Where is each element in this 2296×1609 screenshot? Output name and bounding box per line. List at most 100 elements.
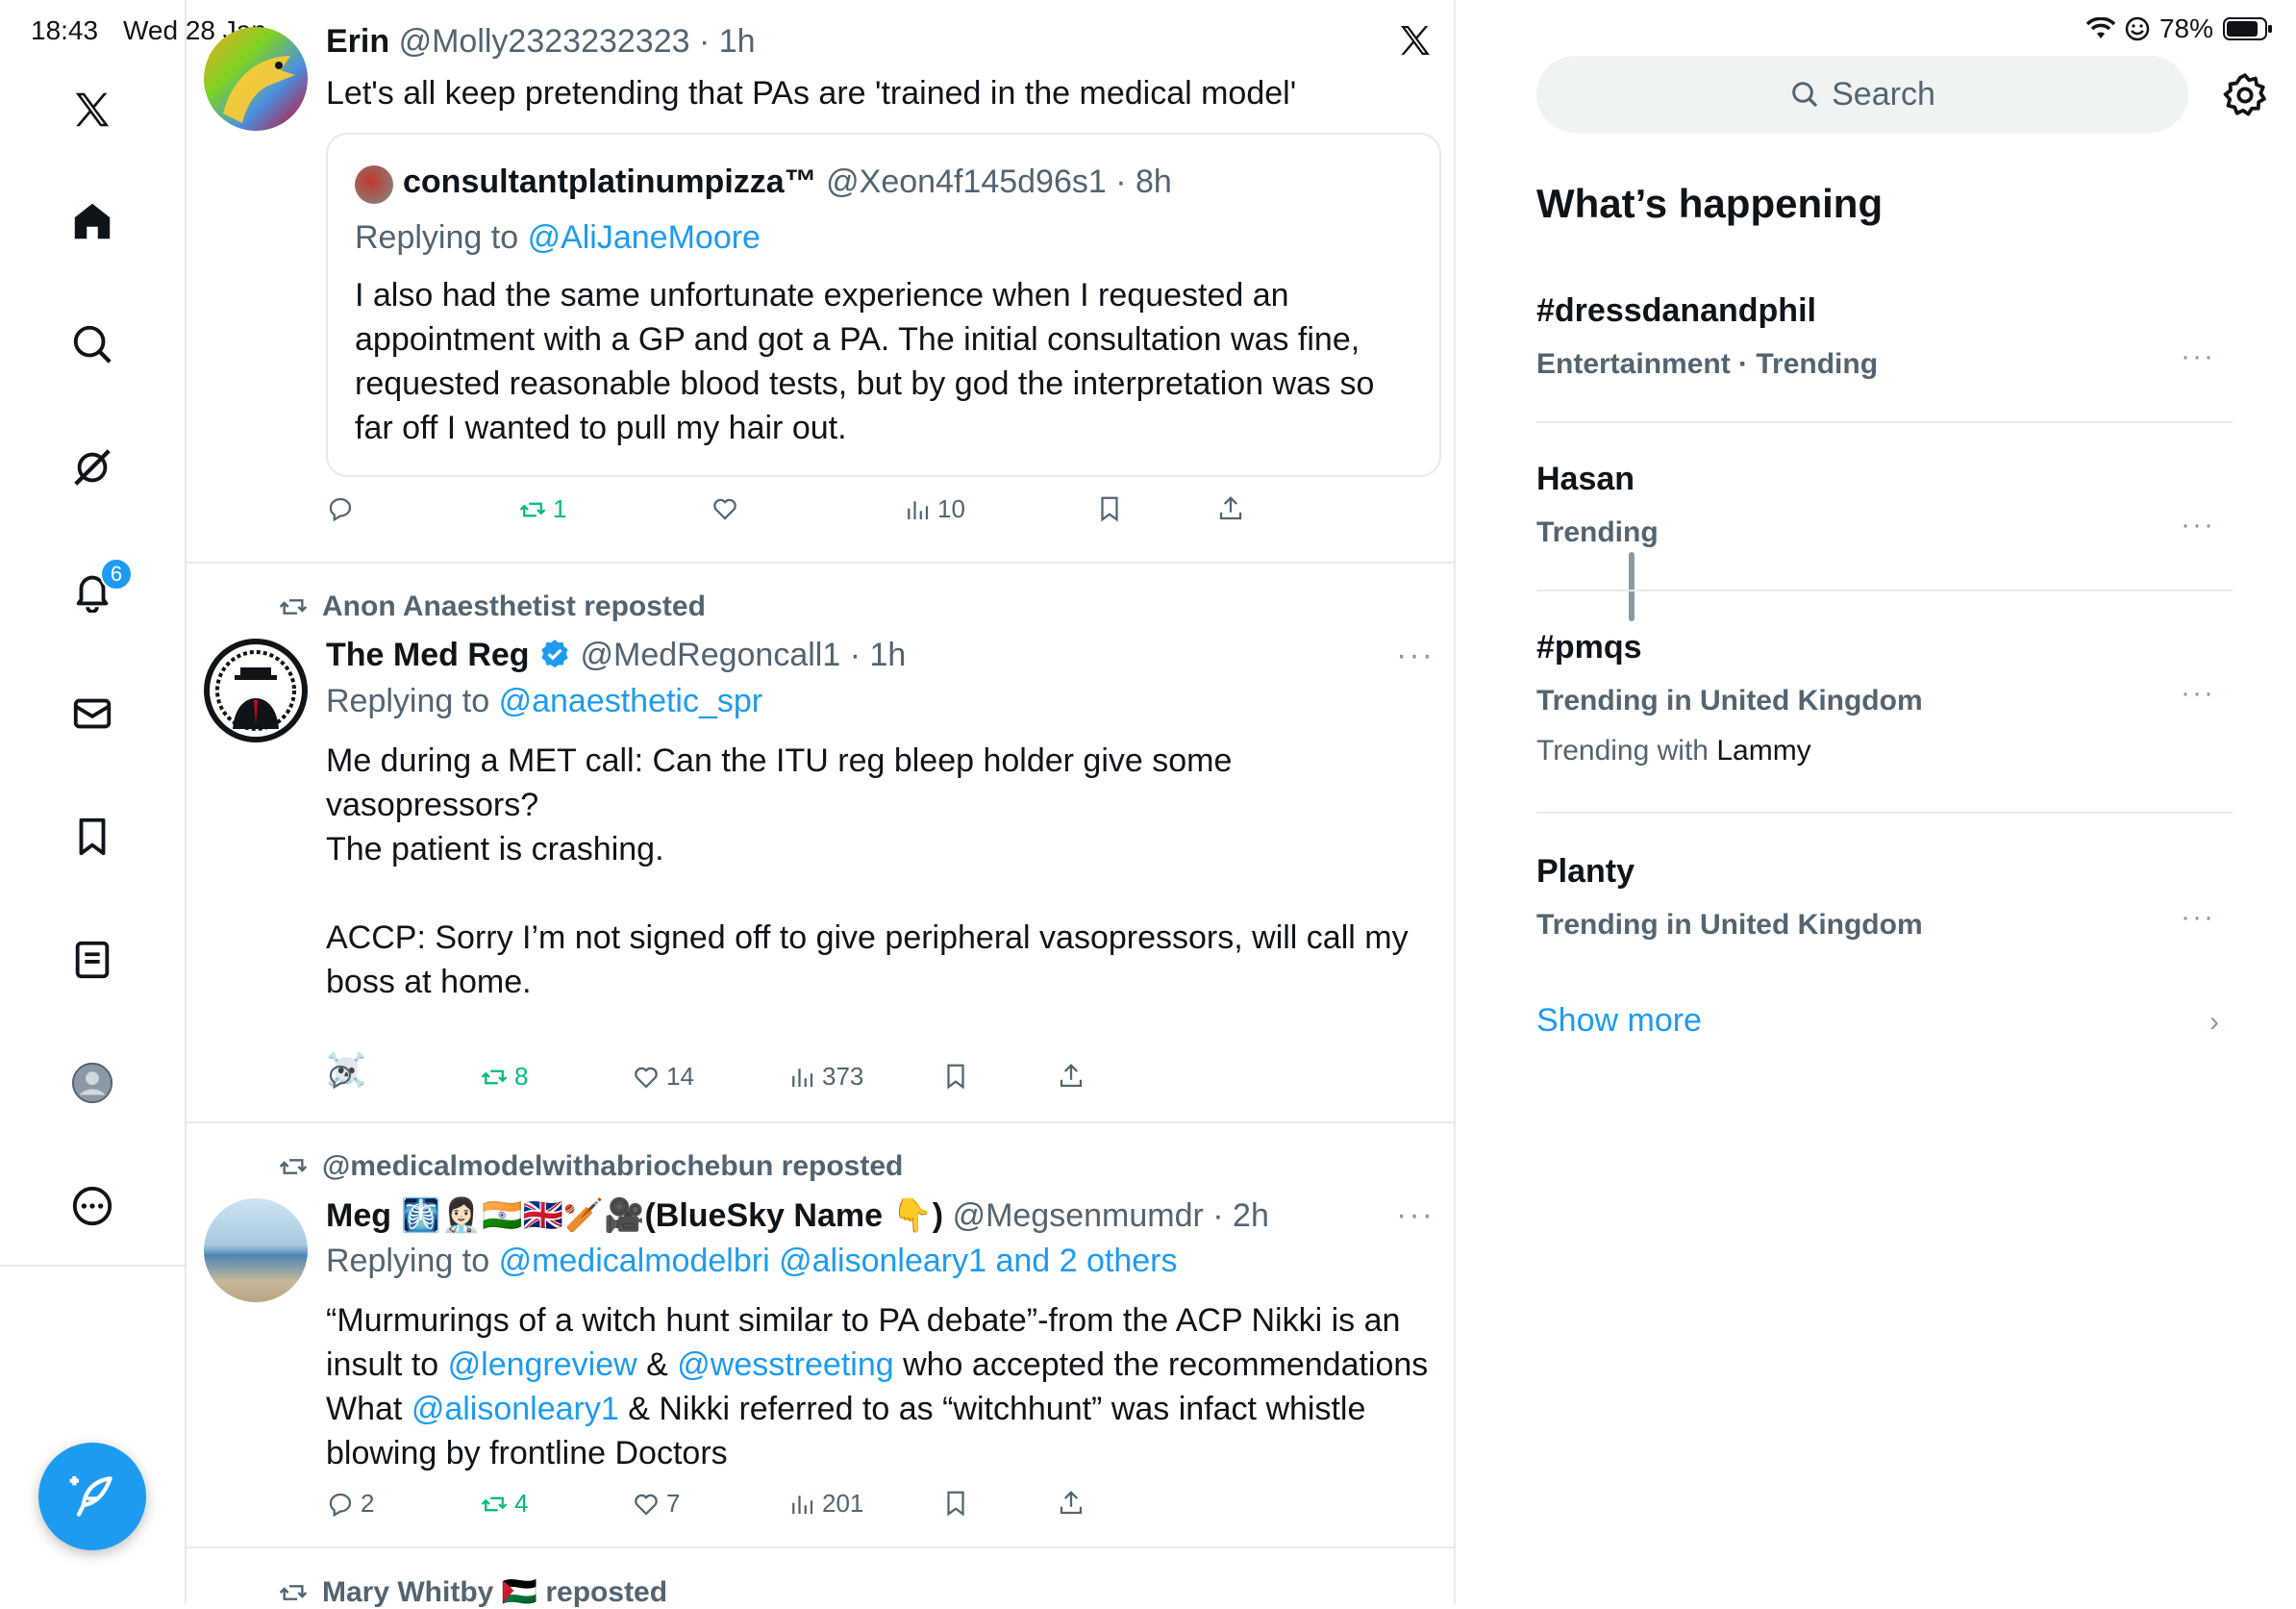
avatar[interactable] bbox=[204, 1198, 308, 1302]
share-icon bbox=[1060, 1064, 1083, 1088]
reply-context: Replying to @anaesthetic_spr bbox=[326, 683, 763, 719]
verified-badge-icon bbox=[541, 640, 568, 668]
bookmark-button[interactable] bbox=[1095, 494, 1124, 523]
show-more-link[interactable]: Show more bbox=[1536, 1002, 1702, 1040]
share-button[interactable] bbox=[1057, 1062, 1086, 1091]
x-logo-icon[interactable] bbox=[54, 71, 131, 148]
reply-button[interactable]: 2 bbox=[326, 1489, 374, 1519]
compose-feather-icon bbox=[69, 1476, 112, 1517]
share-button[interactable] bbox=[1057, 1489, 1086, 1518]
left-nav: 6 bbox=[0, 0, 185, 1604]
heart-icon bbox=[635, 1494, 658, 1516]
repost-indicator: Anon Anaesthetist reposted bbox=[278, 591, 706, 623]
close-icon[interactable] bbox=[1396, 21, 1435, 64]
reply-button[interactable] bbox=[326, 494, 361, 523]
share-button[interactable] bbox=[1216, 494, 1245, 523]
search-icon bbox=[1792, 82, 1818, 108]
like-button[interactable] bbox=[711, 494, 745, 523]
quote-text: I also had the same unfortunate experien… bbox=[355, 277, 1375, 446]
list-icon[interactable] bbox=[54, 921, 131, 998]
reply-button[interactable] bbox=[326, 1062, 361, 1091]
reply-mentions[interactable]: @medicalmodelbri @alisonleary1 and 2 oth… bbox=[499, 1243, 1178, 1279]
like-button[interactable]: 7 bbox=[632, 1489, 680, 1519]
views-chart-icon bbox=[908, 500, 929, 519]
search-placeholder: Search bbox=[1832, 75, 1935, 113]
tweet-med-reg[interactable]: Anon Anaesthetist reposted The Med Reg @… bbox=[187, 564, 1454, 1123]
trend-more-button[interactable]: ··· bbox=[2181, 509, 2215, 541]
quote-reply-mention[interactable]: @AliJaneMoore bbox=[528, 219, 761, 256]
trend-item[interactable]: Planty Trending in United Kingdom ··· bbox=[1536, 849, 2233, 965]
profile-avatar-icon[interactable] bbox=[54, 1044, 131, 1121]
repost-button[interactable]: 8 bbox=[480, 1062, 528, 1092]
trend-more-button[interactable]: ··· bbox=[2181, 677, 2215, 710]
more-options-icon[interactable] bbox=[54, 1168, 131, 1244]
tweet-actions: 8 14 373 bbox=[326, 1062, 1287, 1100]
views-button[interactable]: 10 bbox=[903, 494, 965, 524]
avatar[interactable] bbox=[204, 639, 308, 742]
home-icon[interactable] bbox=[54, 183, 131, 260]
tweet-text: Me during a MET call: Can the ITU reg bl… bbox=[326, 739, 1441, 1093]
author-handle[interactable]: @Megsenmumdr bbox=[953, 1197, 1204, 1234]
trend-item[interactable]: #pmqs Trending in United Kingdom Trendin… bbox=[1536, 625, 2233, 814]
reply-mention[interactable]: @anaesthetic_spr bbox=[499, 683, 763, 719]
author-handle[interactable]: @MedRegoncall1 bbox=[580, 637, 840, 673]
tweet-partial[interactable]: Mary Whitby 🇵🇸 reposted bbox=[187, 1548, 1454, 1608]
heart-icon bbox=[635, 1067, 658, 1089]
mention-wesstreeting[interactable]: @wesstreeting bbox=[677, 1346, 893, 1383]
tweet-meg[interactable]: @medicalmodelwithabriochebun reposted Me… bbox=[187, 1123, 1454, 1548]
tweet-text: Let's all keep pretending that PAs are '… bbox=[326, 75, 1297, 112]
battery-icon bbox=[2223, 17, 2272, 40]
tweet-erin[interactable]: Erin @Molly2323232323 · 1h Let's all kee… bbox=[187, 0, 1454, 564]
quote-reply-line: Replying to @AliJaneMoore bbox=[355, 219, 761, 256]
bookmark-icon bbox=[947, 1491, 964, 1517]
timeline-feed: Erin @Molly2323232323 · 1h Let's all kee… bbox=[185, 0, 1635, 1608]
tweet-time[interactable]: 2h bbox=[1233, 1197, 1269, 1234]
avatar[interactable] bbox=[204, 27, 308, 131]
tweet-time[interactable]: 1h bbox=[719, 23, 756, 60]
author-name[interactable]: Erin bbox=[326, 23, 389, 60]
battery-percent: 78% bbox=[2159, 13, 2213, 43]
heart-icon bbox=[713, 498, 736, 520]
trend-item[interactable]: Hasan Trending ··· bbox=[1536, 457, 2233, 591]
more-options-button[interactable]: ··· bbox=[1396, 1196, 1435, 1234]
share-icon bbox=[1060, 1491, 1083, 1515]
bookmark-button[interactable] bbox=[941, 1062, 970, 1091]
tweet-time[interactable]: 1h bbox=[869, 637, 906, 673]
trend-item[interactable]: #dressdanandphil Entertainment · Trendin… bbox=[1536, 289, 2233, 423]
compose-button[interactable] bbox=[38, 1443, 146, 1550]
settings-gear-icon[interactable] bbox=[2221, 71, 2269, 119]
author-handle[interactable]: @Molly2323232323 bbox=[399, 23, 690, 60]
grok-icon[interactable] bbox=[54, 429, 131, 506]
views-button[interactable]: 201 bbox=[787, 1489, 863, 1519]
more-options-button[interactable]: ··· bbox=[1396, 637, 1435, 674]
bookmark-icon bbox=[1101, 496, 1118, 522]
repost-icon bbox=[481, 1496, 508, 1511]
share-icon bbox=[1219, 496, 1242, 520]
views-button[interactable]: 373 bbox=[787, 1062, 863, 1092]
mention-alisonleary1[interactable]: @alisonleary1 bbox=[412, 1391, 619, 1427]
eagle-avatar-image bbox=[223, 56, 295, 123]
trend-more-button[interactable]: ··· bbox=[2181, 340, 2215, 373]
views-chart-icon bbox=[792, 1068, 813, 1087]
bookmark-button[interactable] bbox=[941, 1489, 970, 1518]
masked-figure-avatar-image bbox=[210, 644, 302, 737]
views-chart-icon bbox=[792, 1495, 813, 1514]
mention-lengreview[interactable]: @lengreview bbox=[448, 1346, 637, 1383]
bookmark-icon[interactable] bbox=[54, 798, 131, 875]
quoted-tweet[interactable]: consultantplatinumpizza™ @Xeon4f145d96s1… bbox=[326, 133, 1441, 477]
mail-icon[interactable] bbox=[54, 675, 131, 752]
search-icon[interactable] bbox=[54, 306, 131, 383]
like-button[interactable]: 14 bbox=[632, 1062, 694, 1092]
chevron-right-icon[interactable]: › bbox=[2209, 1006, 2219, 1039]
reply-icon bbox=[329, 1065, 352, 1090]
search-input[interactable]: Search bbox=[1536, 56, 2188, 133]
trends-title: What’s happening bbox=[1536, 181, 1884, 226]
nav-divider bbox=[0, 1265, 185, 1267]
repost-button[interactable]: 1 bbox=[518, 494, 566, 524]
trend-more-button[interactable]: ··· bbox=[2181, 901, 2215, 934]
reply-icon bbox=[329, 497, 352, 522]
author-name[interactable]: Meg 🩻👩🏻‍⚕️🇮🇳🇬🇧🏏🎥(BlueSky Name 👇) bbox=[326, 1197, 943, 1234]
repost-button[interactable]: 4 bbox=[480, 1489, 528, 1519]
quote-time: 8h bbox=[1136, 163, 1172, 200]
author-name[interactable]: The Med Reg bbox=[326, 637, 530, 673]
